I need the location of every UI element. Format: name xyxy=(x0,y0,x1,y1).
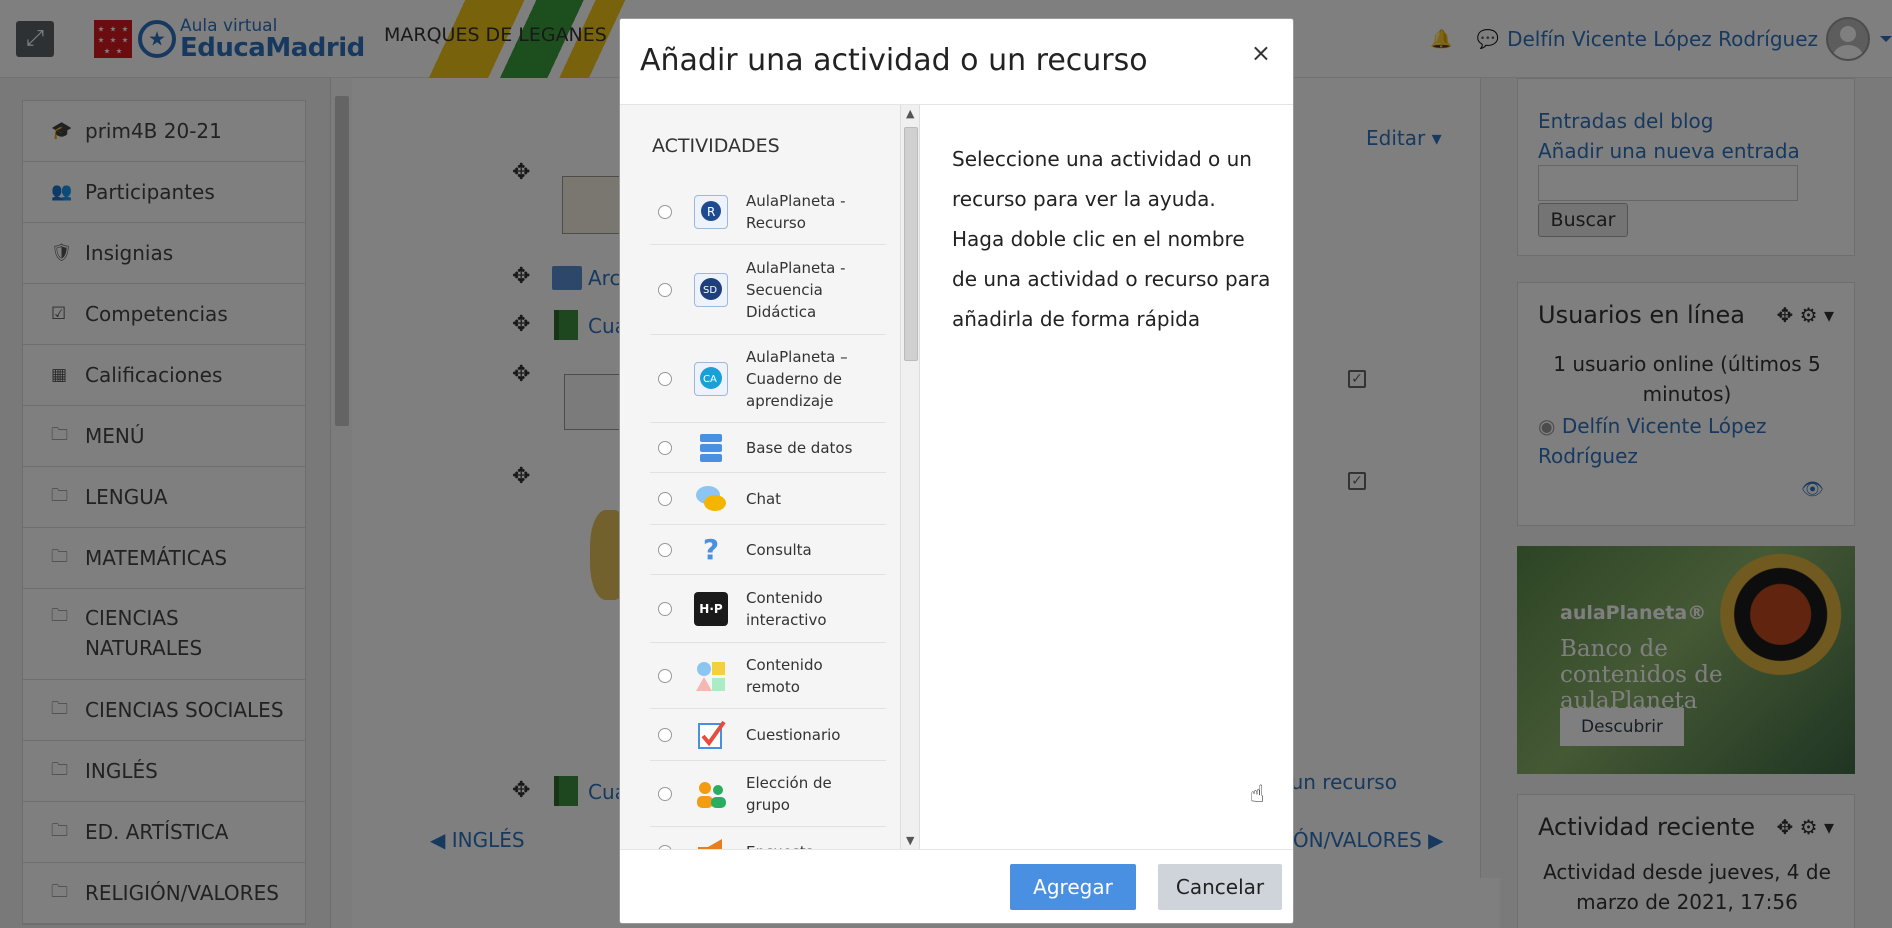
radio-button[interactable] xyxy=(658,601,672,616)
database-icon xyxy=(694,431,728,465)
option-consulta[interactable]: ? Consulta xyxy=(650,525,886,575)
dialog-body: ACTIVIDADES R AulaPlaneta - Recurso SD A… xyxy=(620,105,1293,849)
chat-icon xyxy=(694,482,728,516)
radio-button[interactable] xyxy=(658,204,672,219)
option-remote-content[interactable]: Contenido remoto xyxy=(650,643,886,709)
option-quiz[interactable]: Cuestionario xyxy=(650,709,886,761)
aulaplaneta-recurso-icon: R xyxy=(694,194,728,229)
option-label: Base de datos xyxy=(746,438,853,457)
option-label: Encuesta xyxy=(746,841,815,850)
radio-button[interactable] xyxy=(658,491,672,506)
option-label: Contenido interactivo xyxy=(746,588,827,629)
option-label: AulaPlaneta - Secuencia Didáctica xyxy=(746,258,846,321)
cancel-button[interactable]: Cancelar xyxy=(1158,864,1282,910)
option-aulaplaneta-recurso[interactable]: R AulaPlaneta - Recurso xyxy=(650,179,886,245)
activity-options-list: R AulaPlaneta - Recurso SD AulaPlaneta -… xyxy=(650,179,886,849)
h5p-icon: H·P xyxy=(694,591,728,626)
aulaplaneta-secuencia-icon: SD xyxy=(694,272,728,307)
shapes-icon xyxy=(694,659,728,693)
group-choice-icon xyxy=(694,777,728,811)
add-activity-dialog: Añadir una actividad o un recurso × ACTI… xyxy=(619,18,1294,924)
option-label: AulaPlaneta - Recurso xyxy=(746,191,846,232)
question-icon: ? xyxy=(702,532,720,566)
scroll-up-icon[interactable]: ▲ xyxy=(906,107,914,120)
aulaplaneta-cuaderno-icon: CA xyxy=(694,361,728,396)
option-aulaplaneta-secuencia[interactable]: SD AulaPlaneta - Secuencia Didáctica xyxy=(650,245,886,335)
help-text: Seleccione una actividad o un recurso pa… xyxy=(952,147,1271,331)
radio-button[interactable] xyxy=(658,668,672,683)
radio-button[interactable] xyxy=(658,542,672,557)
dialog-footer: Agregar Cancelar xyxy=(620,849,1293,923)
scroll-down-icon[interactable]: ▼ xyxy=(906,834,914,847)
option-label: Consulta xyxy=(746,540,812,559)
radio-button[interactable] xyxy=(658,786,672,801)
scrollbar-thumb[interactable] xyxy=(904,127,918,361)
radio-button[interactable] xyxy=(658,440,672,455)
close-icon[interactable]: × xyxy=(1251,39,1271,67)
option-label: Cuestionario xyxy=(746,725,841,744)
radio-button[interactable] xyxy=(658,371,672,386)
option-aulaplaneta-cuaderno[interactable]: CA AulaPlaneta – Cuaderno de aprendizaje xyxy=(650,335,886,423)
radio-button[interactable] xyxy=(658,282,672,297)
dialog-header: Añadir una actividad o un recurso × xyxy=(620,19,1293,105)
dialog-title: Añadir una actividad o un recurso xyxy=(640,43,1148,78)
svg-text:R: R xyxy=(707,205,715,219)
option-group-choice[interactable]: Elección de grupo xyxy=(650,761,886,827)
svg-text:CA: CA xyxy=(703,374,717,385)
option-chat[interactable]: Chat xyxy=(650,473,886,525)
megaphone-icon xyxy=(694,835,728,849)
activity-options-panel: ACTIVIDADES R AulaPlaneta - Recurso SD A… xyxy=(620,105,920,849)
radio-button[interactable] xyxy=(658,727,672,742)
add-button[interactable]: Agregar xyxy=(1010,864,1136,910)
option-label: AulaPlaneta – Cuaderno de aprendizaje xyxy=(746,347,848,410)
option-h5p[interactable]: H·P Contenido interactivo xyxy=(650,575,886,643)
svg-text:SD: SD xyxy=(703,285,717,296)
option-label: Contenido remoto xyxy=(746,655,823,696)
option-database[interactable]: Base de datos xyxy=(650,423,886,473)
activities-heading: ACTIVIDADES xyxy=(652,135,780,157)
quiz-icon xyxy=(694,718,728,752)
option-label: Elección de grupo xyxy=(746,773,832,814)
options-scrollbar[interactable]: ▲ ▼ xyxy=(900,105,919,849)
hand-cursor-icon: ☝ xyxy=(1250,780,1265,808)
option-survey[interactable]: Encuesta xyxy=(650,827,886,849)
option-label: Chat xyxy=(746,489,782,508)
